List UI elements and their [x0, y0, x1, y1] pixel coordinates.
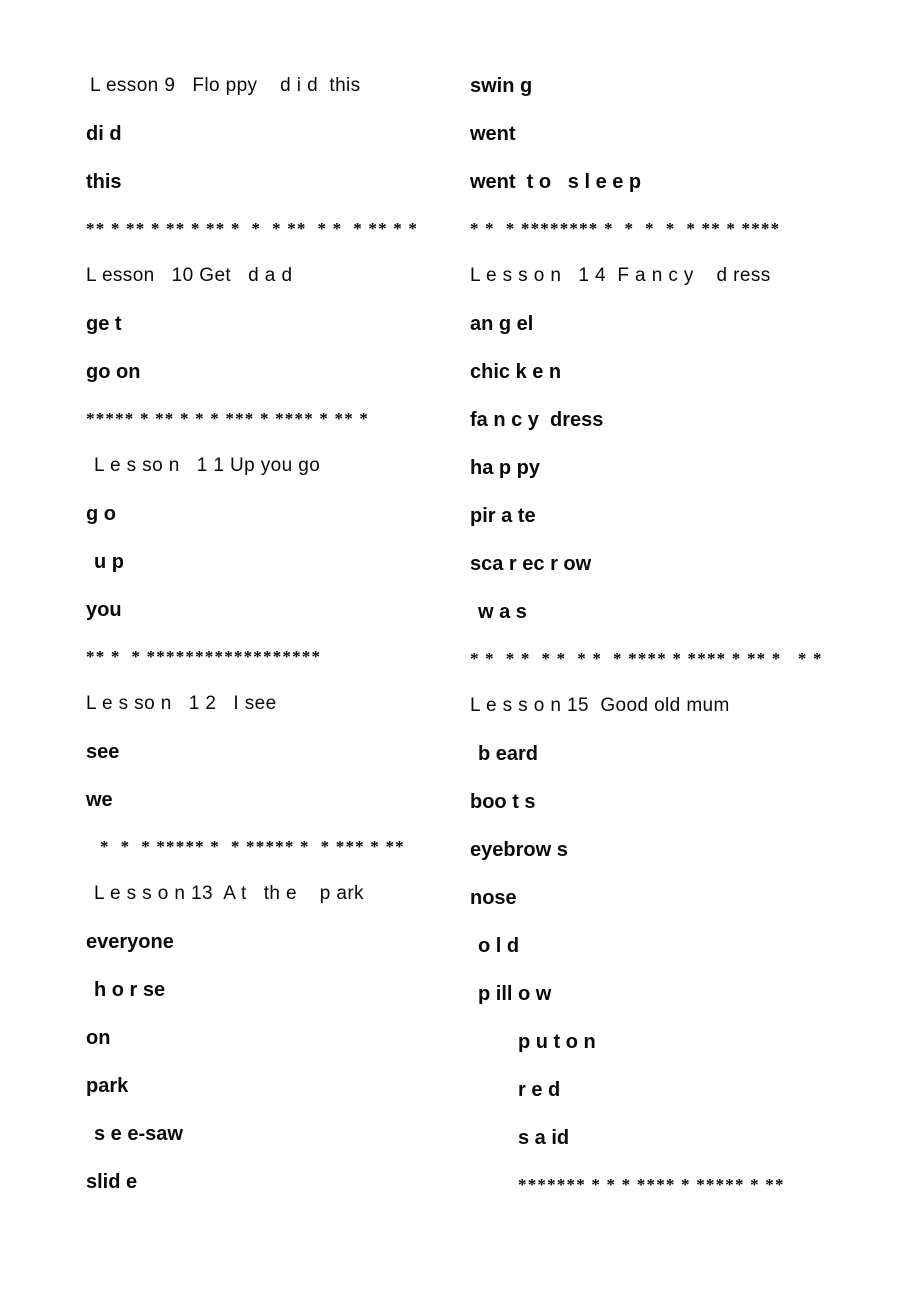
word-entry: r e d — [518, 1079, 561, 1101]
lesson-heading: L esson 9 Flo ppy d i d this — [90, 75, 361, 96]
word-entry: park — [86, 1075, 129, 1097]
lesson-heading: L e s s o n 1 4 F a n c y d ress — [470, 265, 771, 286]
word-entry: see — [86, 741, 120, 763]
word-entry: you — [86, 599, 122, 621]
asterisk-separator: * * * ******** * * * * * ** * **** — [470, 219, 781, 238]
word-entry: slid e — [86, 1171, 138, 1193]
asterisk-separator: ***** * ** * * * *** * **** * ** * — [86, 409, 370, 428]
word-entry: s e e-saw — [94, 1123, 183, 1145]
word-entry: on — [86, 1027, 111, 1049]
word-entry: an g el — [470, 313, 534, 335]
lesson-heading: L esson 10 Get d a d — [86, 265, 293, 286]
word-entry: h o r se — [94, 979, 166, 1001]
word-entry: ge t — [86, 313, 122, 335]
asterisk-separator: * * * * * * * * * **** * **** * ** * * * — [470, 649, 823, 668]
lesson-heading: L e s so n 1 1 Up you go — [94, 455, 321, 476]
two-column-layout: L esson 9 Flo ppy d i d this di d this ** *… — [0, 0, 920, 1302]
asterisk-separator: ** * ** * ** * ** * * * ** * * * ** * * — [86, 219, 419, 238]
word-entry: everyone — [86, 931, 174, 953]
word-entry: nose — [470, 887, 517, 909]
word-entry: w a s — [478, 601, 527, 623]
word-entry: o l d — [478, 935, 520, 957]
word-entry: go on — [86, 361, 141, 383]
word-entry: u p — [94, 551, 124, 573]
word-entry: went t o s l e e p — [470, 171, 642, 193]
lesson-heading: L e s s o n 15 Good old mum — [470, 695, 730, 716]
lesson-heading: L e s s o n 13 A t th e p ark — [94, 883, 364, 904]
asterisk-separator: ******* * * * **** * ***** * ** — [518, 1175, 785, 1194]
word-entry: ha p py — [470, 457, 541, 479]
word-entry: swin g — [470, 75, 533, 97]
word-entry: boo t s — [470, 791, 536, 813]
word-entry: chic k e n — [470, 361, 562, 383]
word-entry: g o — [86, 503, 116, 525]
document-page: L esson 9 Flo ppy d i d this di d this ** *… — [0, 0, 920, 1302]
word-entry: sca r ec r ow — [470, 553, 592, 575]
word-entry: eyebrow s — [470, 839, 568, 861]
right-column: swin g went went t o s l e e p * * * ******… — [460, 0, 920, 1302]
word-entry: s a id — [518, 1127, 570, 1149]
lesson-heading: L e s so n 1 2 I see — [86, 693, 277, 714]
word-entry: went — [470, 123, 516, 145]
word-entry: fa n c y dress — [470, 409, 604, 431]
word-entry: we — [86, 789, 113, 811]
word-entry: p ill o w — [478, 983, 552, 1005]
word-entry: pir a te — [470, 505, 536, 527]
word-entry: b eard — [478, 743, 539, 765]
asterisk-separator: * * * ***** * * ***** * * *** * ** — [100, 837, 405, 856]
word-entry: di d — [86, 123, 122, 145]
word-entry: this — [86, 171, 122, 193]
word-entry: p u t o n — [518, 1031, 596, 1053]
left-column: L esson 9 Flo ppy d i d this di d this ** *… — [0, 0, 460, 1302]
asterisk-separator: ** * * ****************** — [86, 647, 322, 666]
